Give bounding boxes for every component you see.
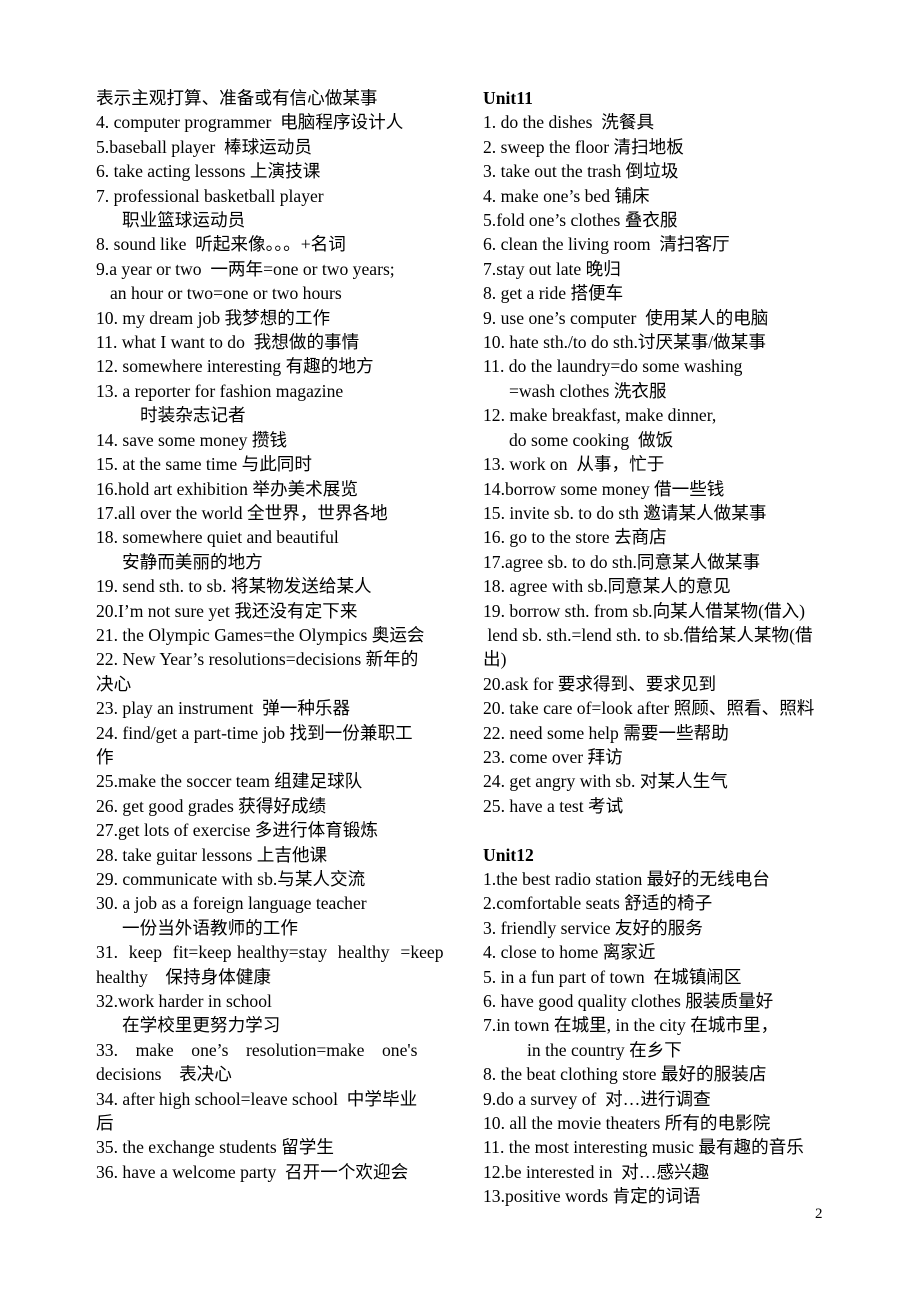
unit11-entry-line: 17.agree sb. to do sth.同意某人做某事 [483,551,761,572]
unit11-heading: Unit11 [483,88,533,108]
left-entry-line: 23. play an instrument 弹一种乐器 [96,698,351,719]
left-entry-line: 4. computer programmer 电脑程序设计人 [96,112,404,133]
left-entry-line: 15. at the same time 与此同时 [96,454,312,475]
unit11-entry-line: 19. borrow sth. from sb.向某人借某物(借入) [483,600,806,621]
left-text-column: 表示主观打算、准备或有信心做某事 4. computer programmer 电… [96,86,458,1184]
left-entry-line: 18. somewhere quiet and beautiful [96,527,339,548]
left-entry-line: 20.I’m not sure yet 我还没有定下来 [96,600,358,621]
unit11-entry-line: 出) [483,649,507,670]
unit11-entry-line: 23. come over 拜访 [483,746,623,767]
left-entry-line: 11. what I want to do 我想做的事情 [96,332,360,353]
unit12-heading: Unit12 [483,844,534,865]
left-entry-line: 6. take acting lessons 上演技课 [96,161,321,182]
left-entry-line: 29. communicate with sb.与某人交流 [96,869,366,889]
left-entry-line: 35. the exchange students 留学生 [96,1137,334,1158]
right-text-column: Unit11 1. do the dishes 洗餐具 2. sweep the … [483,86,841,1209]
unit11-entry-line: 4. make one’s bed 铺床 [483,185,650,206]
left-entry-line: 10. my dream job 我梦想的工作 [96,307,331,328]
unit11-entry-line: 18. agree with sb.同意某人的意见 [483,576,731,597]
left-entry-line: 24. find/get a part-time job 找到一份兼职工 [96,722,413,743]
unit11-entry-line: 13. work on 从事，忙于 [483,454,665,475]
unit11-entry-line: 5.fold one’s clothes 叠衣服 [483,210,678,231]
left-entry-line: 14. save some money 攒钱 [96,429,288,450]
unit12-entry-line: 13.positive words 肯定的词语 [483,1186,701,1207]
unit11-entry-line: 25. have a test 考试 [483,795,624,816]
unit12-entry-line: 12.be interested in 对…感兴趣 [483,1161,710,1182]
unit11-entry-line: 20. take care of=look after 照顾、照看、照料 [483,698,815,719]
unit12-entry-line: 3. friendly service 友好的服务 [483,917,703,938]
unit11-entry-line: 20.ask for 要求得到、要求见到 [483,673,717,694]
page-number: 2 [815,1206,823,1222]
left-entry-line: 25.make the soccer team 组建足球队 [96,771,363,792]
left-entry-line: 21. the Olympic Games=the Olympics 奥运会 [96,624,425,645]
unit12-entry-list: 1.the best radio station 最好的无线电台 2.comfor… [483,867,841,1209]
unit11-entry-line: 1. do the dishes 洗餐具 [483,112,655,133]
unit12-entry-line: 4. close to home 离家近 [483,942,656,963]
left-entry-line: 36. have a welcome party 召开一个欢迎会 [96,1161,409,1182]
unit11-entry-line: 9. use one’s computer 使用某人的电脑 [483,307,769,328]
unit11-entry-line: 16. go to the store 去商店 [483,527,667,548]
unit11-entry-line: 6. clean the living room 清扫客厅 [483,234,730,255]
document-page: 表示主观打算、准备或有信心做某事 4. computer programmer 电… [0,0,920,1302]
unit11-entry-line: =wash clothes 洗衣服 [509,380,667,401]
left-entry-line: 33. make one’s resolution=make one's [96,1039,418,1060]
unit11-entry-line: 15. invite sb. to do sth 邀请某人做某事 [483,502,767,523]
unit12-entry-line: 8. the beat clothing store 最好的服装店 [483,1064,767,1085]
left-entry-line: 决心 [96,673,132,694]
left-entry-line: 19. send sth. to sb. 将某物发送给某人 [96,576,372,597]
left-entry-line: 时装杂志记者 [140,405,246,426]
left-entry-line: decisions 表决心 [96,1064,232,1085]
unit11-entry-line: 7.stay out late 晚归 [483,258,621,279]
left-entry-line: 26. get good grades 获得好成绩 [96,795,327,816]
unit11-entry-line: do some cooking 做饭 [509,429,674,450]
left-entry-line: healthy 保持身体健康 [96,966,271,987]
unit11-entry-line: 11. do the laundry=do some washing [483,356,743,377]
unit11-entry-line: 14.borrow some money 借一些钱 [483,478,725,499]
unit11-entry-line: 24. get angry with sb. 对某人生气 [483,771,728,792]
left-entry-line: 28. take guitar lessons 上吉他课 [96,844,328,865]
left-entry-line: 31. keep fit=keep healthy=stay healthy =… [96,942,444,963]
left-entry-line: 22. New Year’s resolutions=decisions 新年的 [96,649,419,670]
unit11-entry-line: 10. hate sth./to do sth.讨厌某事/做某事 [483,332,766,353]
unit11-entry-line: 22. need some help 需要一些帮助 [483,722,729,743]
left-entry-line: 27.get lots of exercise 多进行体育锻炼 [96,820,378,841]
left-entry-line: 32.work harder in school [96,991,272,1012]
left-entry-line: 表示主观打算、准备或有信心做某事 [96,88,378,108]
left-entry-line: 职业篮球运动员 [122,210,246,231]
unit12-entry-line: 10. all the movie theaters 所有的电影院 [483,1113,771,1134]
unit11-entry-list: 1. do the dishes 洗餐具 2. sweep the floor 清… [483,110,841,818]
unit12-entry-line: 11. the most interesting music 最有趣的音乐 [483,1137,804,1158]
left-entry-line: 在学校里更努力学习 [122,1015,281,1036]
left-entry-line: 后 [96,1113,114,1134]
unit12-entry-line: 7.in town 在城里, in the city 在城市里， [483,1015,779,1036]
unit12-entry-line: 1.the best radio station 最好的无线电台 [483,868,770,889]
unit11-entry-line: 8. get a ride 搭便车 [483,283,624,304]
left-entry-line: 5.baseball player 棒球运动员 [96,136,312,157]
unit12-entry-line: in the country 在乡下 [527,1039,682,1060]
unit11-entry-line: 12. make breakfast, make dinner, [483,405,717,426]
unit12-entry-line: 5. in a fun part of town 在城镇闹区 [483,966,742,987]
left-entry-line: 16.hold art exhibition 举办美术展览 [96,478,358,499]
unit11-entry-line: 3. take out the trash 倒垃圾 [483,161,679,182]
unit11-entry-line: lend sb. sth.=lend sth. to sb.借给某人某物(借 [483,624,813,645]
unit12-entry-line: 2.comfortable seats 舒适的椅子 [483,893,713,914]
left-entry-line: 安静而美丽的地方 [122,551,263,572]
left-entry-line: 9.a year or two 一两年=one or two years; [96,258,395,279]
left-entry-line: 一份当外语教师的工作 [122,917,298,938]
left-entry-line: 12. somewhere interesting 有趣的地方 [96,356,374,377]
unit12-entry-line: 9.do a survey of 对…进行调查 [483,1088,711,1109]
left-entry-line: an hour or two=one or two hours [110,283,342,304]
left-entry-line: 17.all over the world 全世界，世界各地 [96,502,388,523]
left-entry-line: 8. sound like 听起来像。。。+名词 [96,234,346,255]
left-entry-line: 34. after high school=leave school 中学毕业 [96,1088,418,1109]
left-entry-line: 30. a job as a foreign language teacher [96,893,367,914]
unit12-entry-line: 6. have good quality clothes 服装质量好 [483,991,774,1012]
left-entry-line: 作 [96,746,114,767]
unit11-entry-line: 2. sweep the floor 清扫地板 [483,136,684,157]
left-entry-line: 7. professional basketball player [96,185,324,206]
left-entry-line: 13. a reporter for fashion magazine [96,380,344,401]
